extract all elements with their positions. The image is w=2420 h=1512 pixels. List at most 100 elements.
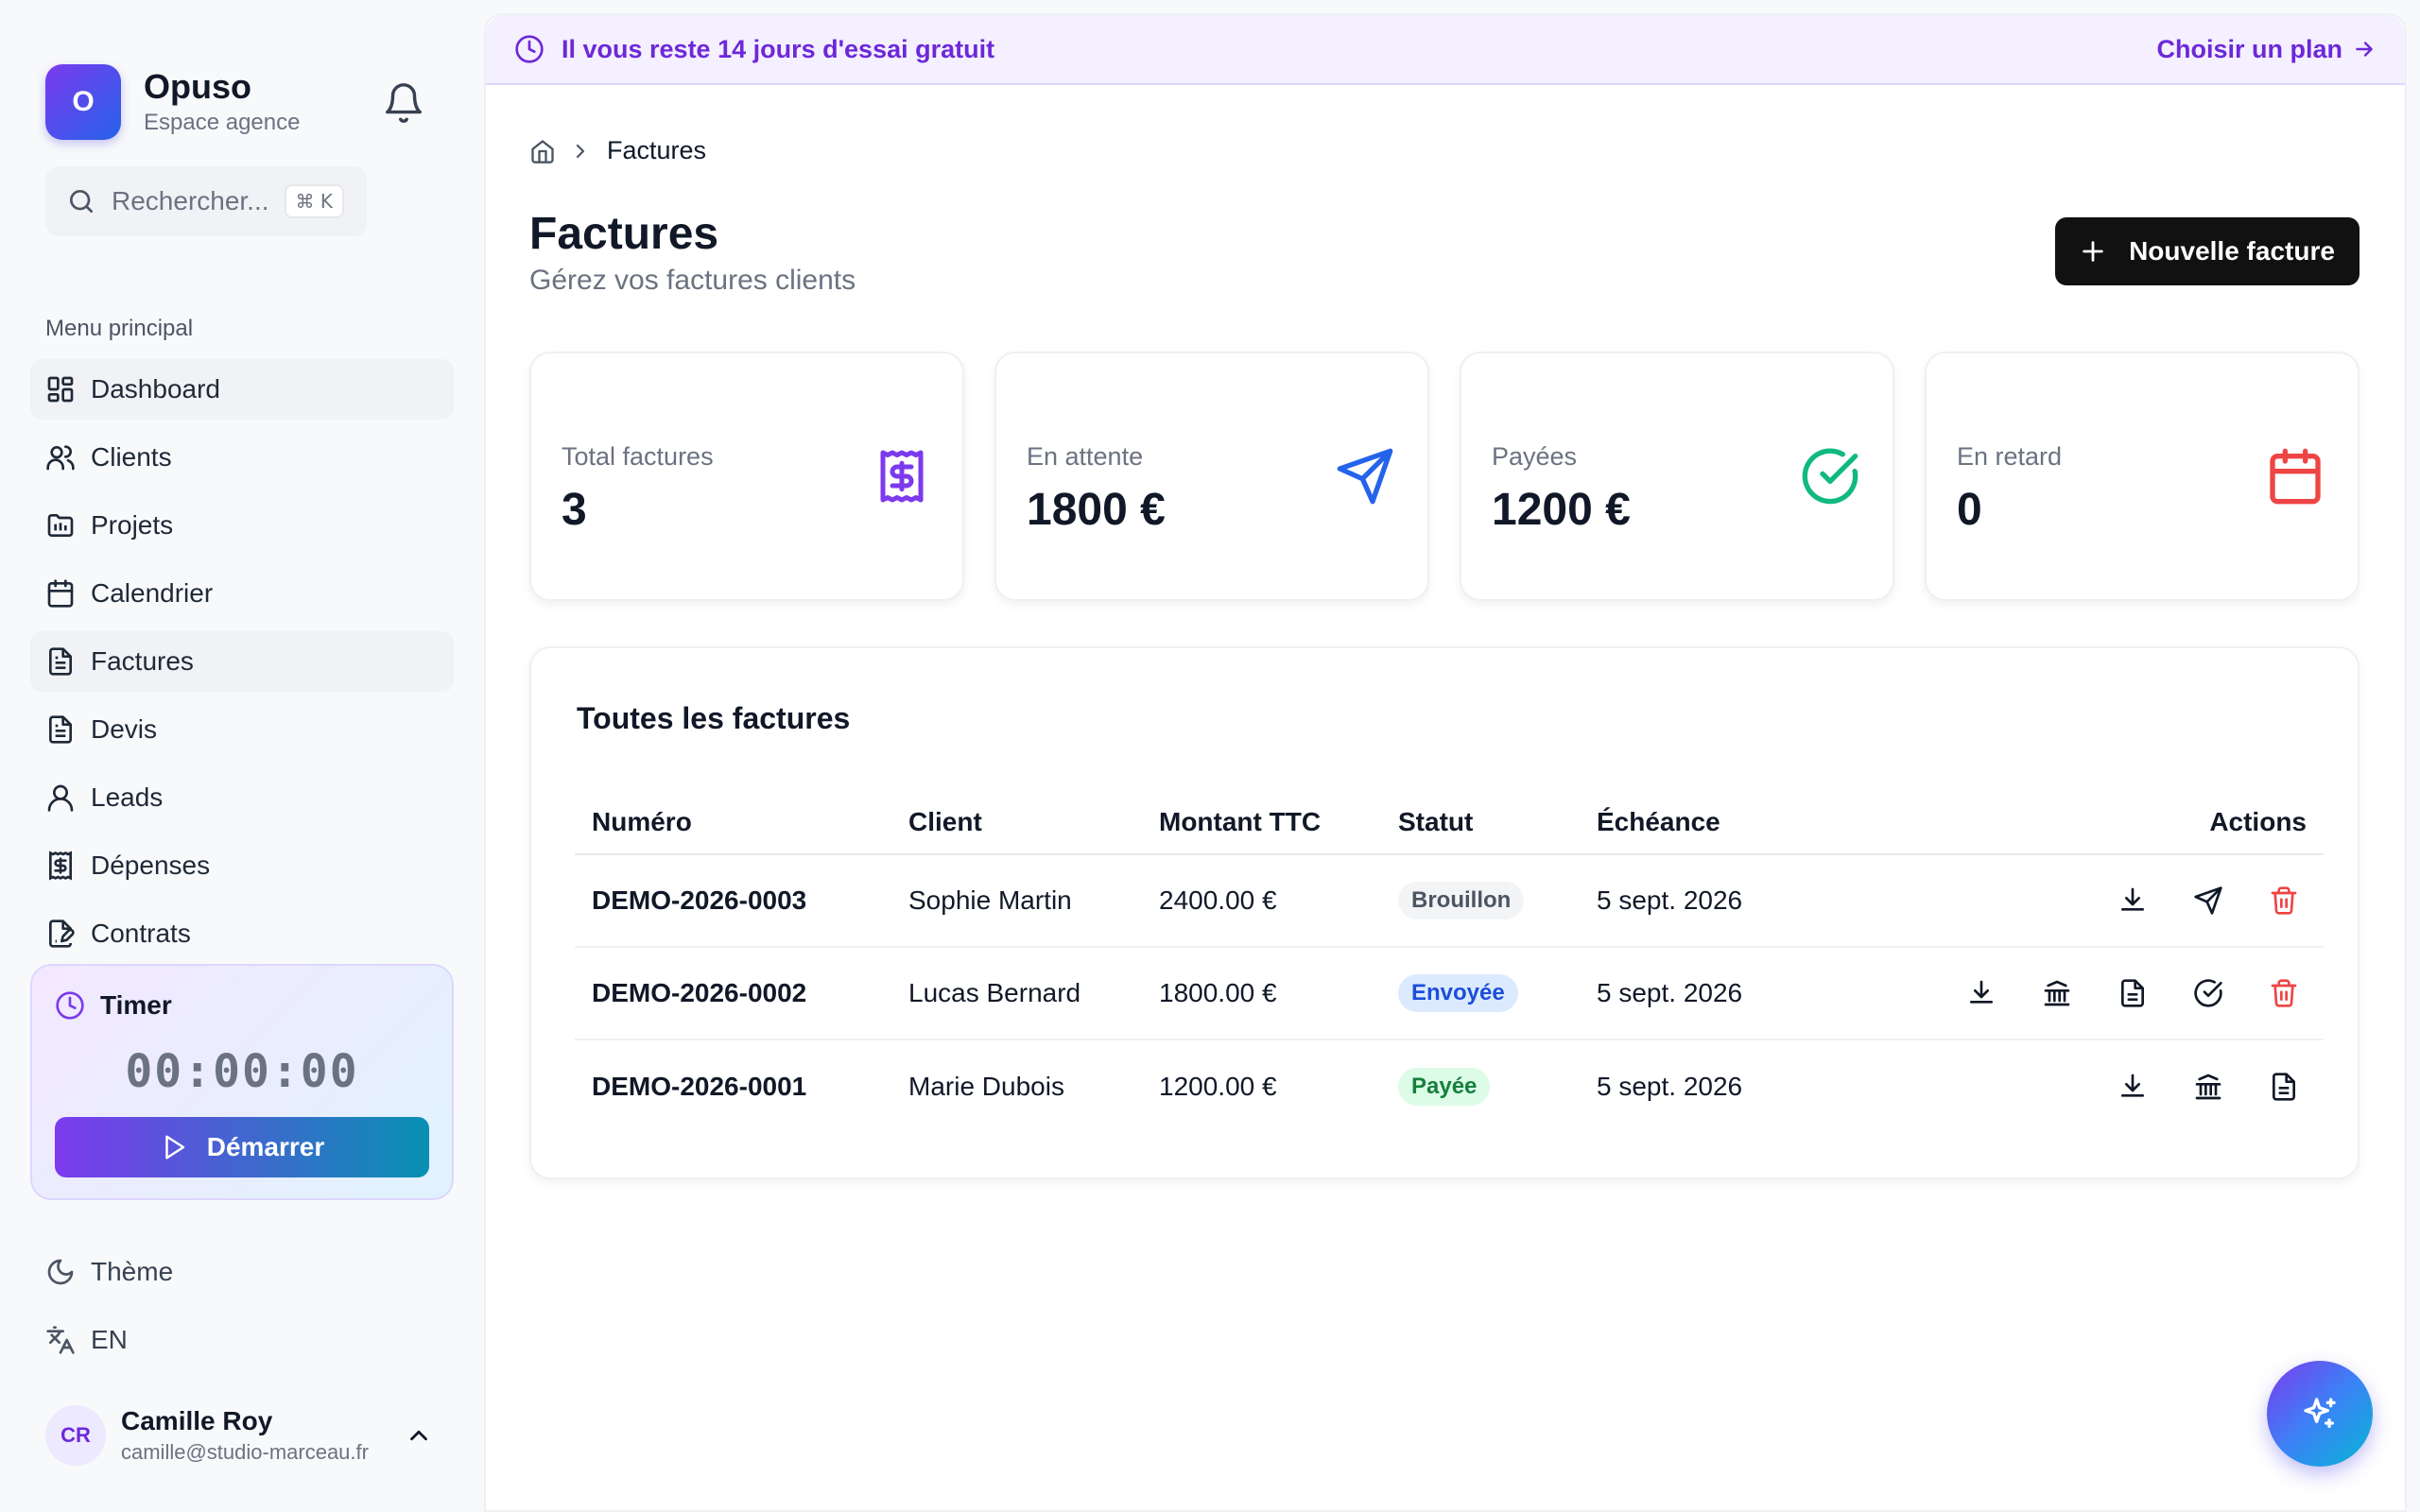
trial-banner: Il vous reste 14 jours d'essai gratuit C… xyxy=(486,15,2405,85)
row-actions xyxy=(1880,878,2307,923)
invoice-number: DEMO-2026-0001 xyxy=(592,1071,807,1101)
table-title: Toutes les factures xyxy=(577,701,851,735)
sidebar-item-leads[interactable]: Leads xyxy=(30,767,454,828)
send-icon xyxy=(1337,448,1393,505)
stat-label: Total factures xyxy=(562,442,714,471)
page-title: Factures xyxy=(529,209,719,259)
send-icon[interactable] xyxy=(2186,878,2231,923)
download-icon[interactable] xyxy=(2110,878,2155,923)
stat-label: En attente xyxy=(1027,442,1144,471)
sidebar-item-depenses[interactable]: Dépenses xyxy=(30,835,454,896)
invoices-table-card: Toutes les factures Numéro Client Montan… xyxy=(529,646,2360,1179)
status-badge: Payée xyxy=(1398,1067,1491,1106)
bank-icon[interactable] xyxy=(2186,1064,2231,1109)
user-email: camille@studio-marceau.fr xyxy=(121,1440,369,1464)
language-switch[interactable]: EN xyxy=(45,1325,128,1355)
table-row[interactable]: DEMO-2026-0002 Lucas Bernard 1800.00 € E… xyxy=(575,947,2324,1040)
sidebar-item-clients[interactable]: Clients xyxy=(30,427,454,488)
theme-toggle[interactable]: Thème xyxy=(45,1257,173,1287)
sidebar-item-label: Clients xyxy=(91,442,172,472)
sidebar-item-label: Contrats xyxy=(91,919,191,948)
search-input[interactable]: Rechercher... ⌘ K xyxy=(45,166,367,236)
stat-label: Payées xyxy=(1492,442,1578,471)
sidebar-item-label: Factures xyxy=(91,646,194,676)
avatar: CR xyxy=(45,1405,106,1466)
arrow-right-icon xyxy=(2356,42,2373,57)
table-row[interactable]: DEMO-2026-0003 Sophie Martin 2400.00 € B… xyxy=(575,854,2324,948)
play-icon xyxy=(164,1135,184,1160)
invoice-client: Lucas Bernard xyxy=(891,947,1142,1040)
brand[interactable]: O Opuso Espace agence xyxy=(45,64,300,140)
sidebar-item-contrats[interactable]: Contrats xyxy=(30,903,454,964)
download-icon[interactable] xyxy=(1959,971,2004,1016)
page-subtitle: Gérez vos factures clients xyxy=(529,265,856,296)
column-header-status[interactable]: Statut xyxy=(1381,790,1580,855)
timer-start-button[interactable]: Démarrer xyxy=(55,1117,429,1177)
table-header-row: Numéro Client Montant TTC Statut Échéanc… xyxy=(575,790,2324,855)
invoice-number: DEMO-2026-0002 xyxy=(575,947,891,1040)
invoice-due: 5 sept. 2026 xyxy=(1580,947,1863,1040)
file-icon[interactable] xyxy=(2110,971,2155,1016)
layout-grid-icon xyxy=(47,376,74,403)
choose-plan-link[interactable]: Choisir un plan xyxy=(2156,35,2377,64)
column-header-client[interactable]: Client xyxy=(891,790,1142,855)
clock-icon xyxy=(515,35,544,63)
brand-logo: O xyxy=(45,64,121,140)
column-header-amount[interactable]: Montant TTC xyxy=(1142,790,1381,855)
sidebar-item-label: Projets xyxy=(91,510,174,540)
trash-icon[interactable] xyxy=(2261,971,2307,1016)
sidebar-item-devis[interactable]: Devis xyxy=(30,699,454,760)
user-name: Camille Roy xyxy=(121,1406,273,1435)
invoices-table: Numéro Client Montant TTC Statut Échéanc… xyxy=(575,790,2324,1132)
sidebar-item-projets[interactable]: Projets xyxy=(30,495,454,556)
receipt-dollar-icon xyxy=(880,450,924,503)
sidebar-item-label: Calendrier xyxy=(91,578,214,608)
receipt-icon xyxy=(49,850,72,881)
search-placeholder: Rechercher... xyxy=(112,186,269,215)
main-nav: Dashboard Clients Projets Calendrier Fac… xyxy=(30,359,454,971)
breadcrumb: Factures xyxy=(529,136,706,165)
menu-title: Menu principal xyxy=(45,316,194,341)
sidebar-item-label: Devis xyxy=(91,714,158,744)
column-header-number[interactable]: Numéro xyxy=(575,790,891,855)
stat-label: En retard xyxy=(1957,442,2063,471)
invoice-client: Marie Dubois xyxy=(908,1071,1064,1101)
user-menu[interactable]: CR Camille Roy camille@studio-marceau.fr xyxy=(45,1402,442,1469)
invoice-amount: 2400.00 € xyxy=(1142,854,1381,948)
invoice-due: 5 sept. 2026 xyxy=(1597,1071,1743,1101)
column-header-actions: Actions xyxy=(1863,790,2324,855)
sparkles-icon xyxy=(2304,1398,2336,1428)
timer-widget: Timer 00:00:00 Démarrer xyxy=(30,964,454,1200)
table-row[interactable]: DEMO-2026-0001 Marie Dubois 1200.00 € Pa… xyxy=(575,1040,2324,1132)
file-icon[interactable] xyxy=(2261,1064,2307,1109)
brand-subtitle: Espace agence xyxy=(144,110,301,135)
file-text-icon xyxy=(49,647,72,676)
chevron-right-icon xyxy=(576,144,585,158)
calendar-icon xyxy=(47,579,74,608)
invoice-client: Sophie Martin xyxy=(891,854,1142,948)
invoice-amount: 1200.00 € xyxy=(1159,1071,1277,1101)
row-actions xyxy=(1880,971,2307,1016)
ai-assistant-button[interactable] xyxy=(2267,1361,2373,1467)
stat-card-total: Total factures 3 xyxy=(529,352,964,601)
bank-icon[interactable] xyxy=(2034,971,2080,1016)
trash-icon[interactable] xyxy=(2261,878,2307,923)
download-icon[interactable] xyxy=(2110,1064,2155,1109)
stat-card-pending: En attente 1800 € xyxy=(994,352,1429,601)
invoice-due: 5 sept. 2026 xyxy=(1580,854,1863,948)
new-invoice-button[interactable]: Nouvelle facture xyxy=(2055,217,2360,285)
sidebar-item-dashboard[interactable]: Dashboard xyxy=(30,359,454,420)
home-icon[interactable] xyxy=(529,138,556,164)
search-icon xyxy=(66,186,96,216)
stat-card-late: En retard 0 xyxy=(1925,352,2360,601)
column-header-due[interactable]: Échéance xyxy=(1580,790,1863,855)
bell-icon[interactable] xyxy=(382,81,425,125)
stats-row: Total factures 3 En attente 1800 € Payée… xyxy=(529,352,2360,601)
theme-label: Thème xyxy=(91,1257,174,1286)
calendar-icon xyxy=(2270,448,2321,505)
sidebar-item-factures[interactable]: Factures xyxy=(30,631,454,692)
search-shortcut: ⌘ K xyxy=(284,184,345,218)
clock-icon xyxy=(56,991,84,1020)
check-circle-icon[interactable] xyxy=(2186,971,2231,1016)
sidebar-item-calendrier[interactable]: Calendrier xyxy=(30,563,454,624)
